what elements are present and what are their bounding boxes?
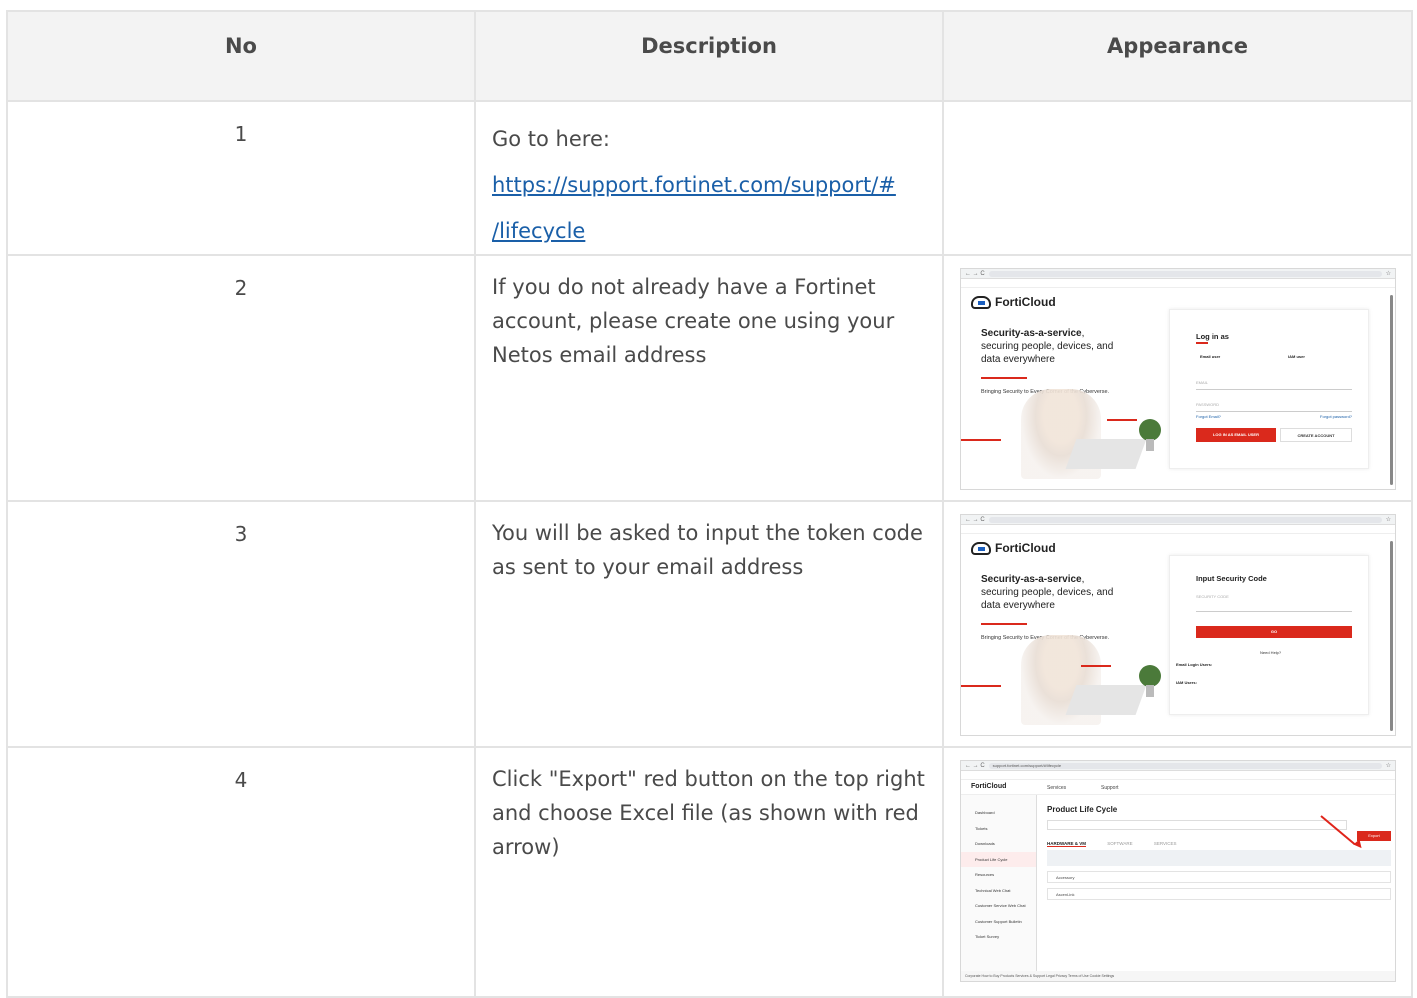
row-number: 1: [6, 100, 476, 256]
header-appearance: Appearance: [942, 10, 1413, 102]
steps-table: No Description Appearance 1 Go to here: …: [6, 10, 1413, 998]
row-appearance: ← → C ☆ FortiCloud Security-as-a-service,…: [942, 254, 1413, 502]
row-description: Click "Export" red button on the top rig…: [474, 746, 944, 998]
login-screenshot: ← → C ☆ FortiCloud Security-as-a-service,…: [960, 268, 1396, 490]
create-account-button[interactable]: CREATE ACCOUNT: [1280, 428, 1352, 442]
row-description: Go to here: https://support.fortinet.com…: [474, 100, 944, 256]
header-no: No: [6, 10, 476, 102]
forticloud-logo: FortiCloud: [971, 295, 1056, 309]
table-row: 3 You will be asked to input the token c…: [6, 500, 1413, 748]
cloud-icon: [971, 295, 991, 309]
lifecycle-link[interactable]: https://support.fortinet.com/support/#/l…: [492, 162, 926, 254]
plant-image: [1139, 665, 1161, 697]
row-description: If you do not already have a Fortinet ac…: [474, 254, 944, 502]
top-nav: FortiCloud Services Support: [961, 781, 1395, 795]
header-description: Description: [474, 10, 944, 102]
product-life-cycle-screenshot: ← → Csupport.fortinet.com/support/#/life…: [960, 760, 1396, 982]
row-appearance: ← → C ☆ FortiCloud Security-as-a-service,…: [942, 500, 1413, 748]
row-number: 2: [6, 254, 476, 502]
row-number: 3: [6, 500, 476, 748]
login-button[interactable]: LOG IN AS EMAIL USER: [1196, 428, 1276, 442]
cloud-icon: [971, 541, 991, 555]
header-row: No Description Appearance: [6, 10, 1413, 102]
description-text: Go to here:: [492, 127, 610, 151]
row-appearance: ← → Csupport.fortinet.com/support/#/life…: [942, 746, 1413, 998]
login-panel: Log in as Email user IAM user EMAIL PASS…: [1169, 309, 1369, 469]
plant-image: [1139, 419, 1161, 451]
table-row: 2 If you do not already have a Fortinet …: [6, 254, 1413, 502]
hero-title: Security-as-a-service, securing people, …: [981, 574, 1114, 611]
footer: Corporate How to Buy Products Services &…: [961, 971, 1395, 981]
row-description: You will be asked to input the token cod…: [474, 500, 944, 748]
security-code-panel: Input Security Code SECURITY CODE GO Nee…: [1169, 555, 1369, 715]
table-row: 4 Click "Export" red button on the top r…: [6, 746, 1413, 998]
security-code-screenshot: ← → C ☆ FortiCloud Security-as-a-service,…: [960, 514, 1396, 736]
export-button[interactable]: Export: [1357, 831, 1391, 841]
row-appearance: [942, 100, 1413, 256]
table-row: 1 Go to here: https://support.fortinet.c…: [6, 100, 1413, 256]
sidebar: Dashboard Tickets Downloads Product Life…: [961, 795, 1037, 975]
go-button[interactable]: GO: [1196, 626, 1352, 638]
row-number: 4: [6, 746, 476, 998]
main-content: Product Life Cycle Export HARDWARE & VM …: [1047, 799, 1391, 900]
hero-title: Security-as-a-service, securing people, …: [981, 328, 1114, 365]
forticloud-logo: FortiCloud: [971, 541, 1056, 555]
